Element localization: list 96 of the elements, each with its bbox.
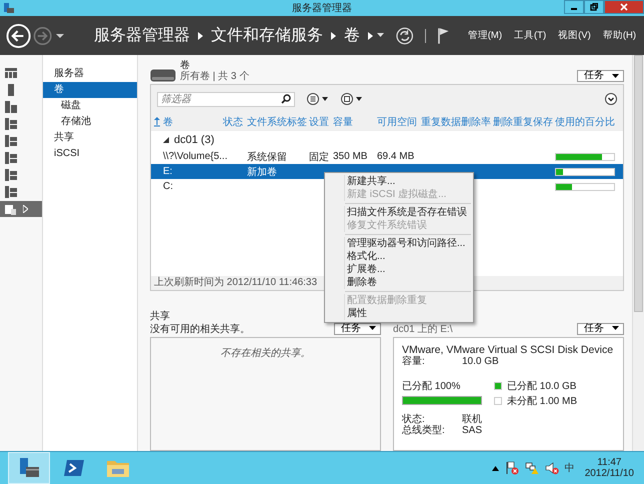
- refresh-status: 上次刷新时间为 2012/11/10 11:46:33: [154, 277, 318, 288]
- sidebar-item[interactable]: 服务器: [43, 66, 137, 82]
- close-button[interactable]: [604, 0, 644, 14]
- flag-icon[interactable]: [438, 26, 450, 44]
- section-title: 卷: [180, 60, 190, 71]
- table-cell[interactable]: E:: [163, 166, 172, 177]
- section-subtitle: dc01 上的 E:\: [393, 322, 452, 336]
- sidebar-item[interactable]: 存储池: [43, 114, 137, 130]
- collapse-icon[interactable]: [163, 137, 169, 143]
- clock-date[interactable]: 2012/11/10: [584, 468, 634, 479]
- sidebar-item[interactable]: 卷: [43, 82, 137, 98]
- minimize-button[interactable]: [564, 0, 584, 14]
- field-label: 总线类型:: [402, 425, 446, 436]
- network-warning-icon[interactable]: [524, 461, 539, 475]
- save-options-icon[interactable]: [341, 93, 363, 105]
- chevron-icon[interactable]: [198, 32, 204, 40]
- legend-label: 未分配 1.00 MB: [507, 394, 578, 408]
- empty-message: 不存在相关的共享。: [220, 346, 310, 360]
- server-manager-button[interactable]: [8, 452, 50, 484]
- caret-icon: [612, 326, 619, 331]
- table-cell: 69.4 MB: [377, 151, 414, 162]
- chevron-icon[interactable]: [368, 32, 374, 40]
- caret-icon: [612, 74, 619, 78]
- refresh-icon[interactable]: [396, 26, 414, 44]
- column-header[interactable]: 重复数据删除率: [421, 114, 493, 128]
- section-title: 共享: [150, 311, 170, 322]
- tower-icon: [5, 84, 17, 96]
- close-icon: [620, 3, 628, 11]
- sidebar-icon-button[interactable]: [0, 201, 42, 217]
- app-icon: [3, 2, 15, 14]
- maximize-button[interactable]: [584, 0, 604, 14]
- table-cell: 固定: [309, 152, 329, 162]
- flag-alert-icon[interactable]: [504, 461, 519, 475]
- column-header[interactable]: 状态: [223, 114, 247, 128]
- breadcrumb-link[interactable]: 卷: [344, 25, 360, 46]
- field-label: 容量:: [402, 356, 426, 367]
- arrow-icon: [23, 205, 28, 213]
- servers-icon: [5, 101, 17, 113]
- back-icon[interactable]: [6, 22, 32, 48]
- caret-icon: [369, 326, 376, 331]
- section-subtitle: 没有可用的相关共享。: [150, 322, 250, 336]
- column-header[interactable]: 卷: [163, 114, 223, 128]
- menu-item[interactable]: 帮助(H): [602, 29, 636, 42]
- search-icon: [281, 94, 291, 104]
- usage-bar: [555, 182, 615, 190]
- table-cell: 新加卷: [247, 166, 277, 178]
- usage-bar: [555, 168, 615, 176]
- table-cell: 350 MB: [333, 151, 368, 162]
- breadcrumb-link[interactable]: 文件和存储服务: [211, 25, 324, 46]
- tasks-dropdown[interactable]: 任务: [334, 322, 381, 334]
- grid-icon: [5, 67, 17, 79]
- column-header[interactable]: 容量: [333, 114, 377, 128]
- expand-icon[interactable]: [605, 93, 617, 105]
- clock-time[interactable]: 11:47: [597, 457, 622, 468]
- field-value: 联机: [462, 414, 482, 425]
- tasks-dropdown[interactable]: 任务: [577, 322, 624, 334]
- caret-icon[interactable]: [56, 32, 64, 38]
- filter-field[interactable]: 筛选器: [157, 92, 295, 106]
- column-header[interactable]: 删除重复保存: [493, 114, 555, 128]
- disk-name: VMware, VMware Virtual S SCSI Disk Device: [402, 344, 614, 356]
- field-value: 10.0 GB: [462, 356, 499, 367]
- menu-item[interactable]: 视图(V): [558, 29, 591, 42]
- window-title: 服务器管理器: [292, 2, 352, 15]
- breadcrumb-link[interactable]: 服务器管理器: [94, 25, 190, 46]
- menu-item[interactable]: 工具(T): [514, 29, 546, 42]
- menu-item[interactable]: 管理(M): [468, 29, 502, 42]
- sidebar-item[interactable]: iSCSI: [43, 146, 137, 162]
- column-header[interactable]: 文件系统标签: [247, 114, 309, 128]
- tasks-dropdown[interactable]: 任务: [577, 70, 624, 82]
- caret-icon[interactable]: [377, 33, 384, 38]
- allocation-label: 已分配 100%: [402, 380, 462, 393]
- chevron-icon[interactable]: [331, 32, 336, 40]
- table-cell[interactable]: C:: [163, 181, 173, 192]
- speaker-muted-icon[interactable]: [544, 461, 559, 475]
- usage-bar: [555, 152, 615, 160]
- list-options-icon[interactable]: [307, 93, 329, 105]
- input-method-indicator[interactable]: 中: [564, 461, 575, 475]
- terminal-icon: [63, 459, 85, 477]
- legend-label: 已分配 10.0 GB: [507, 380, 576, 393]
- restore-icon: [590, 3, 598, 11]
- column-header[interactable]: 设置: [309, 114, 333, 128]
- show-hidden-icons-icon[interactable]: [492, 466, 499, 470]
- server-toolbox-icon: [17, 457, 41, 479]
- field-value: SAS: [462, 425, 482, 436]
- section-subtitle: 所有卷 | 共 3 个: [180, 71, 250, 82]
- group-header[interactable]: dc01 (3): [174, 134, 214, 146]
- sidebar-item[interactable]: 共享: [43, 130, 137, 146]
- table-cell: 系统保留: [247, 152, 287, 162]
- sort-icon[interactable]: [153, 116, 161, 126]
- sidebar-item[interactable]: 磁盘: [43, 98, 137, 114]
- column-header[interactable]: 可用空间: [377, 114, 421, 128]
- scrollbar[interactable]: [632, 55, 644, 451]
- column-header[interactable]: 使用的百分比: [555, 114, 625, 128]
- table-cell[interactable]: \\?\Volume{5...: [163, 151, 228, 162]
- field-label: 状态:: [402, 414, 425, 425]
- scrollbar-thumb[interactable]: [634, 55, 643, 312]
